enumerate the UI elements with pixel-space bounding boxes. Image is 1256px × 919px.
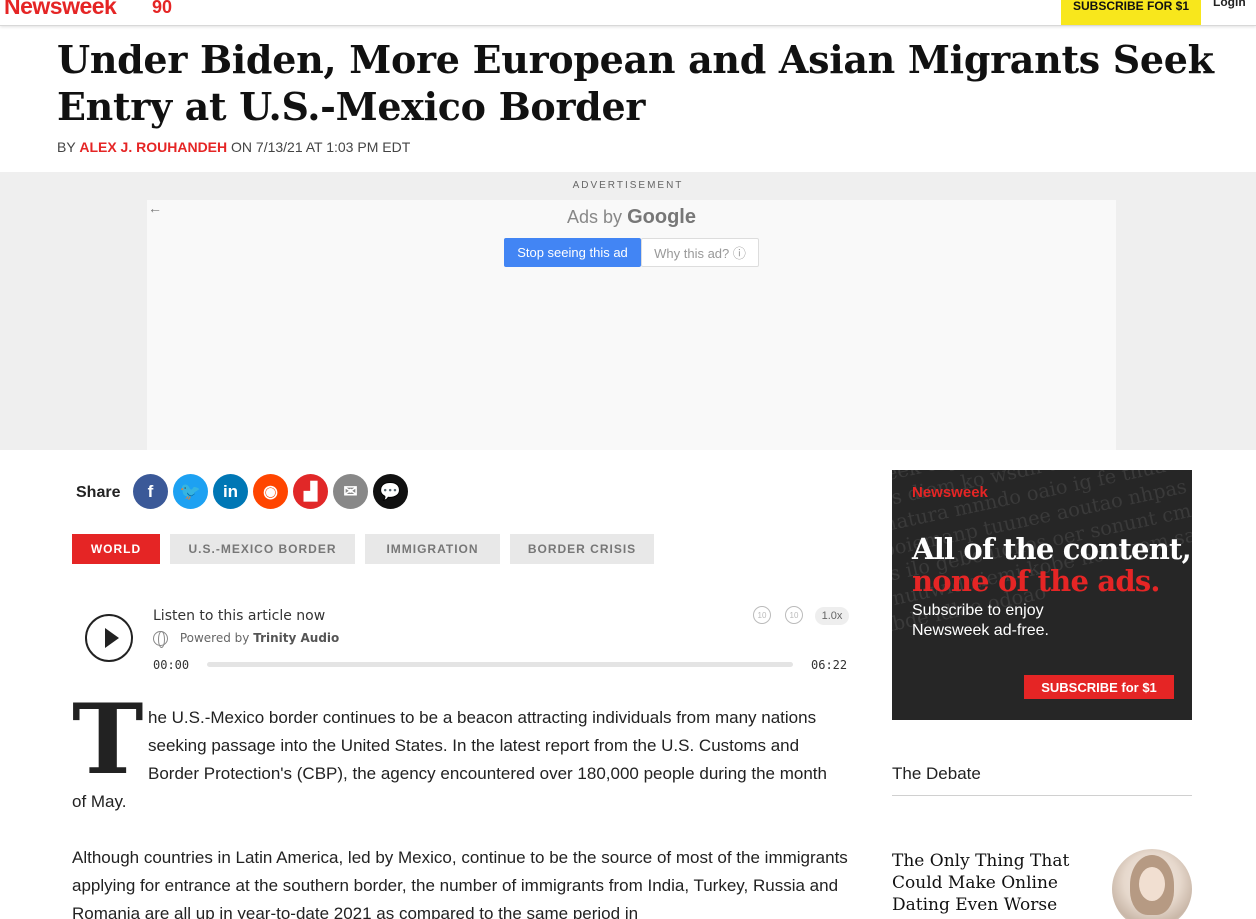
facebook-icon[interactable]: f (133, 474, 168, 509)
debate-section-title: The Debate (892, 764, 981, 783)
globe-icon (153, 631, 168, 648)
byline-prefix: BY (57, 139, 76, 155)
total-time: 06:22 (811, 658, 848, 672)
comment-icon[interactable]: 💬 (373, 474, 408, 509)
trinity-audio-link[interactable]: Trinity Audio (253, 631, 339, 645)
audio-progress-bar[interactable] (207, 662, 793, 667)
subscribe-button[interactable]: SUBSCRIBE FOR $1 (1061, 0, 1201, 25)
twitter-icon[interactable]: 🐦 (173, 474, 208, 509)
tag-u-s-mexico-border[interactable]: U.S.-MEXICO BORDER (170, 534, 355, 564)
stop-seeing-ad-button[interactable]: Stop seeing this ad (504, 238, 641, 267)
why-this-ad-button[interactable]: Why this ad? ⓘ (641, 238, 759, 267)
forward-10-icon[interactable]: 10 (785, 606, 803, 624)
newsweek-logo[interactable]: Newsweek (4, 0, 117, 20)
tag-immigration[interactable]: IMMIGRATION (365, 534, 500, 564)
debate-divider (892, 795, 1192, 796)
login-link[interactable]: Login (1213, 0, 1246, 9)
powered-by-label: Powered by (179, 631, 250, 645)
powered-by: Powered by Trinity Audio (153, 631, 339, 648)
ad-slot: ← Ads by Google Stop seeing this ad Why … (147, 200, 1116, 450)
email-icon[interactable]: ✉ (333, 474, 368, 509)
paragraph-1-line: of May. (72, 792, 127, 811)
promo-headline-2: none of the ads. (912, 564, 1161, 598)
flipboard-icon[interactable]: ▟ (293, 474, 328, 509)
debate-author-avatar[interactable] (1112, 849, 1192, 919)
paragraph-2: Although countries in Latin America, led… (72, 848, 848, 919)
ads-by-google: Ads by Google (147, 206, 1116, 229)
share-label: Share (76, 484, 121, 501)
promo-subscribe-button[interactable]: SUBSCRIBE for $1 (1024, 675, 1174, 699)
ads-by-label: Ads by (567, 207, 623, 227)
byline: BY ALEX J. ROUHANDEH ON 7/13/21 AT 1:03 … (57, 139, 410, 155)
advertisement-region: ADVERTISEMENT ← Ads by Google Stop seein… (0, 172, 1256, 450)
anniversary-badge: 90 (152, 0, 173, 17)
paragraph-1-line: seeking passage into the United States. … (148, 736, 800, 755)
promo-subtext: Subscribe to enjoy Newsweek ad-free. (912, 602, 1049, 639)
google-wordmark: Google (627, 206, 696, 228)
debate-item-title[interactable]: The Only Thing That Could Make Online Da… (892, 850, 1082, 916)
promo-logo: Newsweek (912, 484, 988, 501)
paragraph-1-line: he U.S.-Mexico border continues to be a … (148, 708, 817, 727)
listen-label: Listen to this article now (153, 608, 326, 624)
author-link[interactable]: ALEX J. ROUHANDEH (79, 139, 227, 155)
drop-cap: T (72, 683, 144, 796)
ad-free-promo[interactable]: newsweek dejar mtosy wing ado jew zmejos… (892, 470, 1192, 720)
tag-world[interactable]: WORLD (72, 534, 160, 564)
advertisement-label: ADVERTISEMENT (572, 180, 684, 191)
paragraph-1-line: Border Protection's (CBP), the agency en… (148, 764, 827, 783)
top-nav-bar: Newsweek 90 SUBSCRIBE FOR $1 Login (0, 0, 1256, 26)
linkedin-icon[interactable]: in (213, 474, 248, 509)
reddit-icon[interactable]: ◉ (253, 474, 288, 509)
rewind-10-icon[interactable]: 10 (753, 606, 771, 624)
publish-date: ON 7/13/21 AT 1:03 PM EDT (231, 139, 411, 155)
current-time: 00:00 (153, 658, 190, 672)
tag-border-crisis[interactable]: BORDER CRISIS (510, 534, 654, 564)
promo-headline-1: All of the content, (912, 532, 1192, 566)
playback-speed-button[interactable]: 1.0x (815, 607, 849, 625)
article-headline: Under Biden, More European and Asian Mig… (57, 37, 1214, 129)
play-icon[interactable] (85, 614, 133, 662)
